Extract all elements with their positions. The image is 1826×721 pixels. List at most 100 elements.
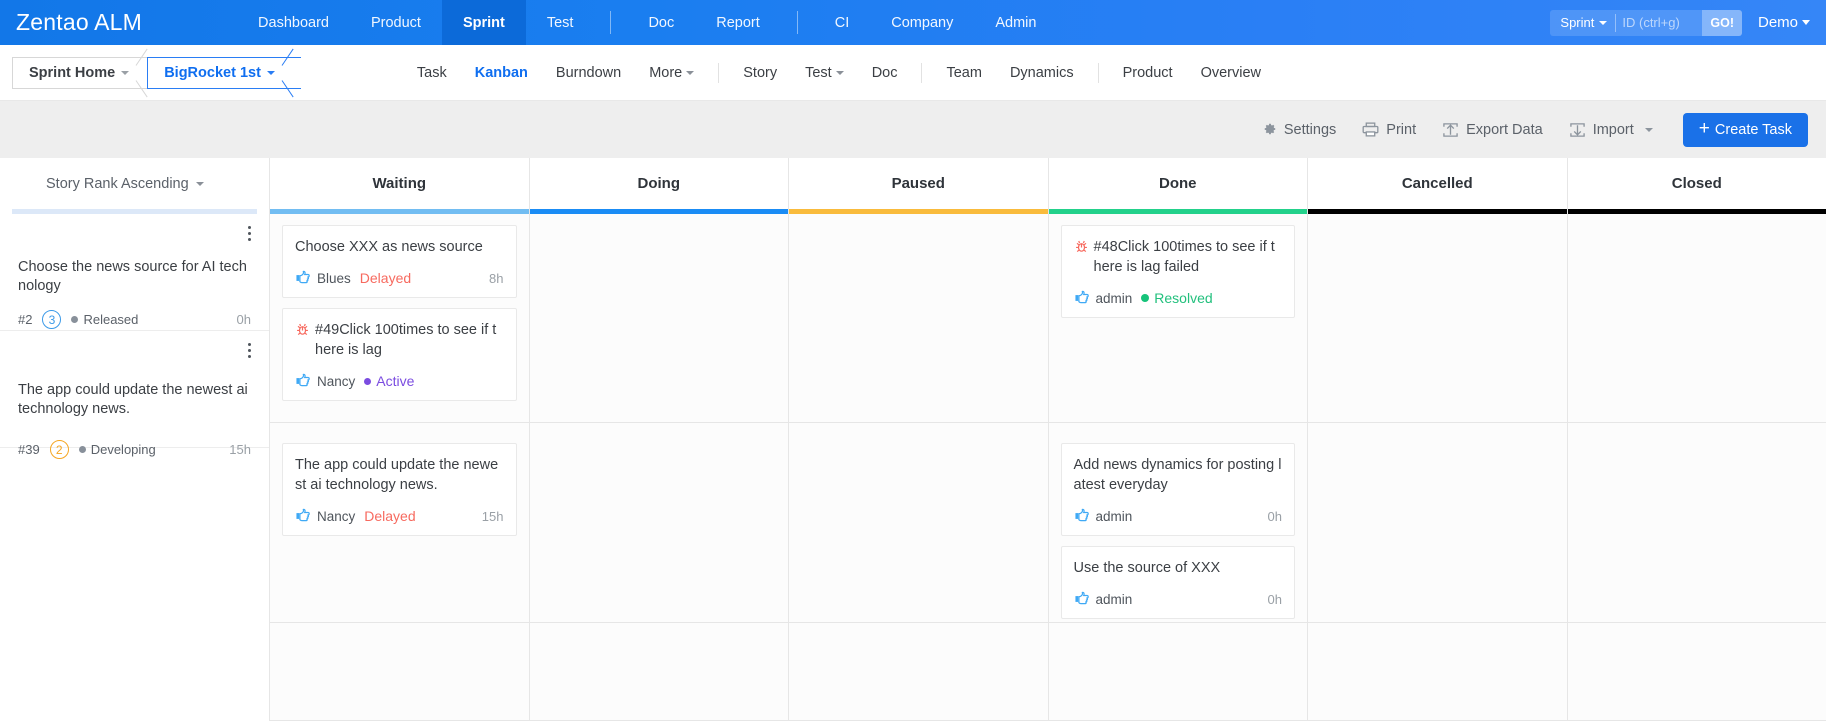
import-button[interactable]: Import: [1569, 122, 1653, 138]
nav-item-test[interactable]: Test: [526, 0, 595, 45]
go-button[interactable]: GO!: [1702, 10, 1742, 36]
lane-cancelled: Cancelled: [1308, 158, 1568, 721]
tab-overview[interactable]: Overview: [1187, 65, 1275, 81]
tab-more[interactable]: More: [635, 65, 708, 81]
task-hours: 15h: [482, 509, 504, 524]
divider: [921, 63, 922, 83]
tab-kanban[interactable]: Kanban: [461, 65, 542, 81]
search-scope-select[interactable]: Sprint: [1550, 10, 1615, 36]
breadcrumb-item-bigrocket-1st[interactable]: BigRocket 1st: [147, 57, 301, 89]
nav-item-dashboard[interactable]: Dashboard: [237, 0, 350, 45]
search-input[interactable]: [1616, 10, 1702, 36]
lane-body[interactable]: [1308, 214, 1567, 721]
lane-cell[interactable]: [1568, 215, 1826, 423]
lane-body[interactable]: [789, 214, 1048, 721]
action-toolbar: Settings Print Export Data Impor: [0, 101, 1826, 158]
task-hours: 8h: [489, 271, 503, 286]
lane-cell[interactable]: [270, 633, 529, 721]
story-status-label: Developing: [91, 442, 156, 457]
lane-body[interactable]: [1568, 214, 1826, 721]
lane-cell[interactable]: The app could update the newest ai techn…: [270, 433, 529, 623]
assignee-hand-icon: [1074, 289, 1090, 307]
nav-item-report[interactable]: Report: [695, 0, 781, 45]
lane-cell[interactable]: Choose XXX as news sourceBluesDelayed8h#…: [270, 215, 529, 423]
print-button[interactable]: Print: [1362, 122, 1416, 138]
nav-item-admin[interactable]: Admin: [974, 0, 1057, 45]
lane-body[interactable]: Choose XXX as news sourceBluesDelayed8h#…: [270, 214, 529, 721]
task-card[interactable]: Choose XXX as news sourceBluesDelayed8h: [282, 225, 517, 298]
task-assignee[interactable]: Nancy: [295, 507, 355, 525]
breadcrumb: Sprint Home BigRocket 1st: [0, 57, 301, 89]
nav-item-sprint[interactable]: Sprint: [442, 0, 526, 45]
lane-cell[interactable]: [789, 215, 1048, 423]
lane-closed: Closed: [1568, 158, 1826, 721]
export-data-button[interactable]: Export Data: [1442, 122, 1543, 138]
tab-product[interactable]: Product: [1109, 65, 1187, 81]
divider: [718, 63, 719, 83]
task-card[interactable]: The app could update the newest ai techn…: [282, 443, 517, 536]
task-card[interactable]: #49Click 100times to see if there is lag…: [282, 308, 517, 401]
story-sort-select[interactable]: Story Rank Ascending: [0, 158, 269, 209]
tab-story[interactable]: Story: [729, 65, 791, 81]
lane-cell[interactable]: [1308, 633, 1567, 721]
story-card[interactable]: The app could update the newest ai techn…: [0, 331, 269, 448]
lane-body[interactable]: [530, 214, 789, 721]
create-task-label: Create Task: [1715, 122, 1792, 138]
lane-cell[interactable]: Add news dynamics for posting latest eve…: [1049, 433, 1308, 623]
user-menu[interactable]: Demo: [1758, 14, 1814, 31]
lane-body[interactable]: #48Click 100times to see if there is lag…: [1049, 214, 1308, 721]
tab-label: Story: [743, 65, 777, 81]
quick-search-box[interactable]: Sprint GO!: [1550, 10, 1742, 36]
lane-cell[interactable]: [1308, 215, 1567, 423]
tab-team[interactable]: Team: [932, 65, 995, 81]
tab-dynamics[interactable]: Dynamics: [996, 65, 1088, 81]
task-title: Use the source of XXX: [1074, 558, 1221, 578]
lane-cell[interactable]: [789, 633, 1048, 721]
tab-task[interactable]: Task: [403, 65, 461, 81]
task-assignee[interactable]: Nancy: [295, 372, 355, 390]
task-title: Choose XXX as news source: [295, 237, 483, 257]
task-card[interactable]: Use the source of XXXadmin0h: [1061, 546, 1296, 619]
lane-cell[interactable]: [530, 433, 789, 623]
lane-cell[interactable]: [530, 215, 789, 423]
settings-button[interactable]: Settings: [1262, 122, 1336, 138]
lane-header: Cancelled: [1308, 158, 1567, 209]
lane-cell[interactable]: [1049, 633, 1308, 721]
story-more-icon[interactable]: [248, 343, 251, 358]
lane-cell[interactable]: #48Click 100times to see if there is lag…: [1049, 215, 1308, 423]
task-card[interactable]: Add news dynamics for posting latest eve…: [1061, 443, 1296, 536]
nav-item-doc[interactable]: Doc: [627, 0, 695, 45]
create-task-button[interactable]: + Create Task: [1683, 113, 1808, 147]
tab-test[interactable]: Test: [791, 65, 858, 81]
nav-item-product[interactable]: Product: [350, 0, 442, 45]
lane-cell[interactable]: [789, 433, 1048, 623]
status-dot-icon: [71, 316, 78, 323]
task-assignee[interactable]: admin: [1074, 507, 1133, 525]
tab-doc[interactable]: Doc: [858, 65, 912, 81]
status-dot-icon: [79, 446, 86, 453]
lane-cell[interactable]: [1308, 433, 1567, 623]
task-title-row: Add news dynamics for posting latest eve…: [1074, 455, 1283, 495]
lane-cell[interactable]: [1568, 433, 1826, 623]
task-assignee[interactable]: admin: [1074, 590, 1133, 608]
lane-cell[interactable]: [530, 633, 789, 721]
story-more-icon[interactable]: [248, 226, 251, 241]
story-hours: 0h: [237, 312, 251, 327]
task-footer: NancyActive: [295, 372, 504, 390]
lane-doing: Doing: [530, 158, 790, 721]
breadcrumb-label: BigRocket 1st: [164, 65, 261, 81]
tab-burndown[interactable]: Burndown: [542, 65, 635, 81]
chevron-down-icon: [1599, 21, 1607, 25]
nav-item-ci[interactable]: CI: [814, 0, 871, 45]
task-assignee[interactable]: admin: [1074, 289, 1133, 307]
task-assignee[interactable]: Blues: [295, 269, 351, 287]
lane-cell[interactable]: [1568, 633, 1826, 721]
tab-label: Doc: [872, 65, 898, 81]
nav-item-company[interactable]: Company: [870, 0, 974, 45]
lane-paused: Paused: [789, 158, 1049, 721]
story-card[interactable]: Choose the news source for AI technology…: [0, 214, 269, 331]
breadcrumb-item-sprint-home[interactable]: Sprint Home: [12, 57, 155, 89]
story-title: The app could update the newest ai techn…: [18, 381, 251, 419]
task-card[interactable]: #48Click 100times to see if there is lag…: [1061, 225, 1296, 318]
brand-logo[interactable]: Zentao ALM: [0, 0, 162, 45]
